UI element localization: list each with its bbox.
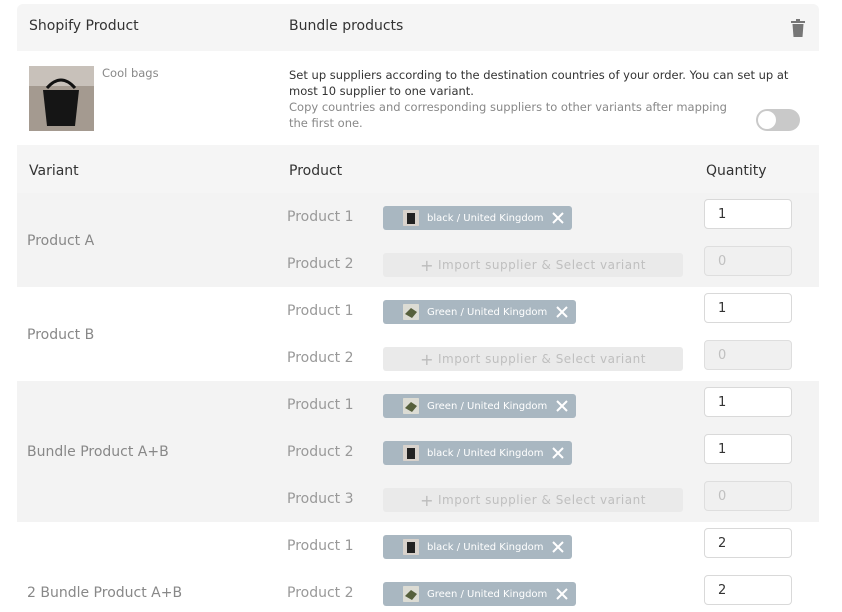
black-bag-thumb-icon [403, 210, 419, 226]
quantity-input-disabled[interactable]: 0 [704, 246, 792, 276]
chip-label: Green / United Kingdom [427, 588, 548, 600]
quantity-input[interactable]: 1 [704, 434, 792, 464]
plus-icon: + [420, 255, 434, 275]
green-bag-thumb-icon [403, 304, 419, 320]
trash-icon[interactable] [791, 19, 805, 37]
product-thumbnail [29, 66, 94, 131]
chip-label: black / United Kingdom [427, 212, 544, 224]
copy-countries-note: Copy countries and corresponding supplie… [289, 100, 727, 130]
remove-chip-icon[interactable] [552, 212, 564, 224]
quantity-input[interactable]: 1 [704, 293, 792, 323]
remove-chip-icon[interactable] [552, 541, 564, 553]
variant-name: Bundle Product A+B [27, 444, 169, 460]
green-bag-thumb-icon [403, 586, 419, 602]
product-slot-label: Product 2 [287, 585, 354, 601]
product-slot-label: Product 1 [287, 397, 354, 413]
supplier-variant-chip[interactable]: Green / United Kingdom [383, 394, 576, 418]
quantity-column-header: Quantity [706, 163, 767, 179]
chip-label: black / United Kingdom [427, 447, 544, 459]
supplier-variant-chip[interactable]: Green / United Kingdom [383, 300, 576, 324]
black-bag-thumb-icon [403, 539, 419, 555]
import-supplier-button[interactable]: + Import supplier & Select variant [383, 488, 683, 512]
variant-column-header: Variant [29, 163, 79, 179]
product-column-header: Product [289, 163, 343, 179]
shopify-product-heading: Shopify Product [29, 18, 139, 34]
product-name: Cool bags [102, 66, 159, 80]
chip-label: black / United Kingdom [427, 541, 544, 553]
quantity-input[interactable]: 2 [704, 528, 792, 558]
variant-name: 2 Bundle Product A+B [27, 585, 183, 601]
import-supplier-button[interactable]: + Import supplier & Select variant [383, 253, 683, 277]
bundle-mapping-panel: Shopify Product Bundle products Cool bag… [17, 4, 819, 612]
remove-chip-icon[interactable] [552, 447, 564, 459]
variant-name: Product A [27, 233, 95, 249]
plus-icon: + [420, 490, 434, 510]
quantity-input[interactable]: 1 [704, 199, 792, 229]
black-bag-thumb-icon [403, 445, 419, 461]
product-slot-label: Product 2 [287, 444, 354, 460]
import-supplier-label: Import supplier & Select variant [437, 493, 646, 507]
remove-chip-icon[interactable] [556, 306, 568, 318]
supplier-setup-note: Set up suppliers according to the destin… [289, 68, 789, 98]
product-slot-label: Product 2 [287, 256, 354, 272]
supplier-variant-chip[interactable]: Green / United Kingdom [383, 582, 576, 606]
product-slot-label: Product 1 [287, 303, 354, 319]
copy-countries-toggle[interactable] [756, 109, 800, 131]
remove-chip-icon[interactable] [556, 588, 568, 600]
bundle-products-heading: Bundle products [289, 18, 404, 34]
import-supplier-button[interactable]: + Import supplier & Select variant [383, 347, 683, 371]
plus-icon: + [420, 349, 434, 369]
product-slot-label: Product 2 [287, 350, 354, 366]
green-bag-thumb-icon [403, 398, 419, 414]
supplier-variant-chip[interactable]: black / United Kingdom [383, 206, 572, 230]
quantity-input-disabled[interactable]: 0 [704, 340, 792, 370]
product-slot-label: Product 1 [287, 538, 354, 554]
supplier-variant-chip[interactable]: black / United Kingdom [383, 441, 572, 465]
supplier-variant-chip[interactable]: black / United Kingdom [383, 535, 572, 559]
variant-name: Product B [27, 327, 95, 343]
product-slot-label: Product 1 [287, 209, 354, 225]
remove-chip-icon[interactable] [556, 400, 568, 412]
product-slot-label: Product 3 [287, 491, 354, 507]
import-supplier-label: Import supplier & Select variant [437, 352, 646, 366]
quantity-input[interactable]: 2 [704, 575, 792, 605]
quantity-input[interactable]: 1 [704, 387, 792, 417]
toggle-knob [758, 111, 776, 129]
chip-label: Green / United Kingdom [427, 306, 548, 318]
quantity-input-disabled[interactable]: 0 [704, 481, 792, 511]
import-supplier-label: Import supplier & Select variant [437, 258, 646, 272]
chip-label: Green / United Kingdom [427, 400, 548, 412]
